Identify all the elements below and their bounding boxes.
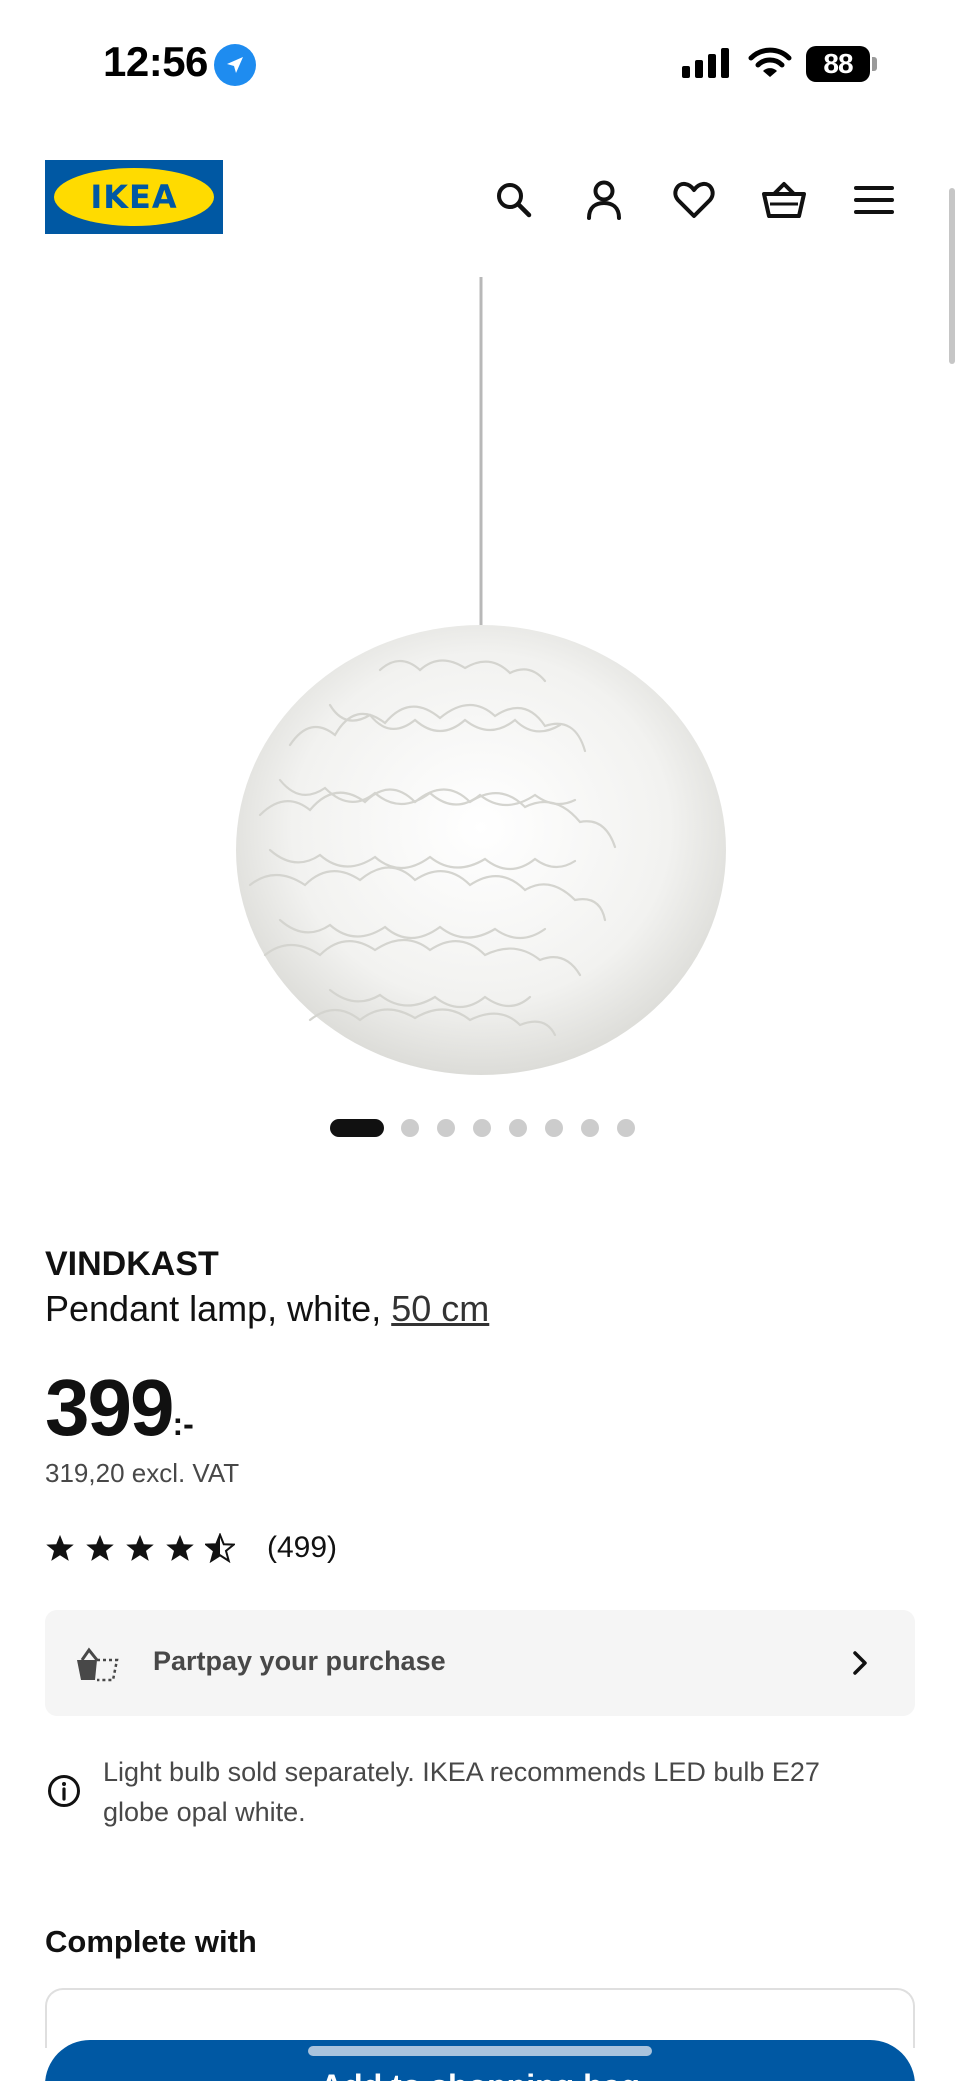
ikea-logo[interactable]: IKEA <box>45 160 223 234</box>
product-description-text: Pendant lamp, white, <box>45 1288 382 1329</box>
carousel-dot[interactable] <box>545 1119 563 1137</box>
wifi-icon <box>748 46 792 85</box>
complete-with-card[interactable] <box>45 1988 915 2048</box>
battery-icon: 88 <box>806 46 877 82</box>
carousel-dots[interactable] <box>0 1116 960 1140</box>
partpay-button[interactable]: Partpay your purchase <box>45 1610 915 1716</box>
carousel-dot[interactable] <box>617 1119 635 1137</box>
carousel-dot-active[interactable] <box>330 1119 384 1137</box>
logo-text: IKEA <box>90 178 178 216</box>
home-indicator[interactable] <box>308 2046 652 2056</box>
product-description: Pendant lamp, white, 50 cm <box>45 1288 489 1330</box>
search-icon[interactable] <box>486 172 542 228</box>
heart-icon[interactable] <box>666 172 722 228</box>
carousel-dot[interactable] <box>473 1119 491 1137</box>
star-icon <box>126 1534 154 1561</box>
partpay-label: Partpay your purchase <box>153 1646 446 1676</box>
star-icon <box>86 1534 114 1561</box>
product-price: 399:- <box>45 1362 194 1454</box>
site-header: IKEA <box>0 150 960 250</box>
battery-level: 88 <box>806 46 870 82</box>
product-name: VINDKAST <box>45 1245 219 1283</box>
add-to-bag-label: Add to shopping bag <box>45 2068 915 2081</box>
price-value: 399 <box>45 1363 174 1452</box>
light-bulb-info: Light bulb sold separately. IKEA recomme… <box>103 1757 820 1827</box>
location-arrow-icon <box>214 44 256 86</box>
signal-icon <box>680 46 734 85</box>
carousel-dot[interactable] <box>401 1119 419 1137</box>
info-icon <box>48 1775 80 1807</box>
half-star-icon <box>205 1533 235 1563</box>
price-excl-vat: 319,20 excl. VAT <box>45 1458 240 1488</box>
price-suffix: :- <box>172 1406 194 1442</box>
chevron-right-icon <box>853 1651 867 1675</box>
menu-icon[interactable] <box>846 172 902 228</box>
carousel-dot[interactable] <box>437 1119 455 1137</box>
star-icon <box>46 1534 74 1561</box>
partpay-basket-icon <box>77 1647 119 1682</box>
product-image[interactable] <box>180 275 780 1095</box>
product-size-link[interactable]: 50 cm <box>391 1288 489 1329</box>
status-bar: 12:56 88 <box>0 0 960 120</box>
cart-icon[interactable] <box>756 172 812 228</box>
profile-icon[interactable] <box>576 172 632 228</box>
status-time: 12:56 <box>103 38 208 85</box>
complete-with-heading: Complete with <box>45 1924 257 1959</box>
carousel-dot[interactable] <box>509 1119 527 1137</box>
page-scrollbar[interactable] <box>949 188 955 364</box>
carousel-dot[interactable] <box>581 1119 599 1137</box>
review-count[interactable]: (499) <box>267 1531 337 1565</box>
product-rating[interactable]: (499) <box>45 1528 337 1568</box>
star-icon <box>166 1534 194 1561</box>
